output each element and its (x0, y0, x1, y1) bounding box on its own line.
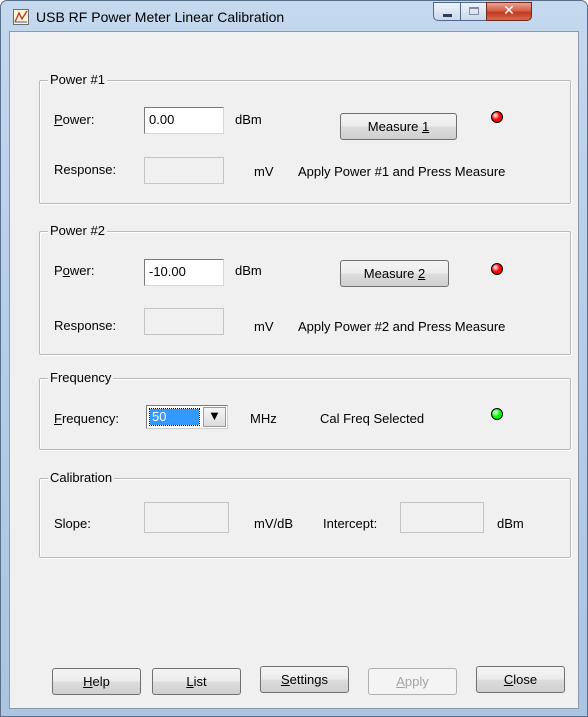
help-button[interactable]: Help (52, 668, 141, 695)
power2-input[interactable]: -10.00 (144, 259, 224, 286)
response2-field (144, 308, 224, 335)
frequency-unit: MHz (250, 411, 277, 426)
response1-label: Response: (54, 162, 117, 177)
measure2-button[interactable]: Measure 2 (340, 260, 449, 287)
response2-unit: mV (254, 319, 274, 334)
frequency-select[interactable]: 50 ▼ (146, 405, 228, 429)
power1-status-indicator (491, 111, 503, 123)
frequency-status-indicator (491, 408, 503, 420)
power1-status-text: Apply Power #1 and Press Measure (298, 164, 506, 179)
frequency-label: Frequency: (54, 411, 120, 426)
close-window-button[interactable]: ✕ (486, 2, 532, 21)
chevron-down-icon[interactable]: ▼ (203, 407, 226, 427)
minimize-icon (443, 14, 452, 17)
minimize-button[interactable] (433, 2, 461, 21)
measure1-button[interactable]: Measure 1 (340, 113, 457, 140)
dialog-client-area: Power #1 Power: 0.00 dBm Measure 1 Respo… (9, 31, 579, 709)
close-button[interactable]: Close (476, 666, 565, 693)
power1-unit: dBm (235, 112, 262, 127)
slope-label: Slope: (54, 516, 91, 531)
app-icon[interactable] (13, 9, 29, 25)
intercept-field (400, 502, 484, 533)
frequency-legend: Frequency (48, 370, 114, 386)
power1-group: Power #1 (39, 72, 571, 204)
power2-status-text: Apply Power #2 and Press Measure (298, 319, 506, 334)
maximize-icon (469, 7, 479, 15)
response1-field (144, 157, 224, 184)
app-window: USB RF Power Meter Linear Calibration ✕ … (0, 0, 588, 717)
intercept-label: Intercept: (323, 516, 378, 531)
window-title: USB RF Power Meter Linear Calibration (36, 9, 285, 25)
intercept-unit: dBm (497, 516, 524, 531)
calibration-legend: Calibration (48, 470, 115, 486)
frequency-selected-value: 50 (149, 408, 200, 426)
power2-legend: Power #2 (48, 223, 107, 239)
list-button[interactable]: List (152, 668, 241, 695)
settings-button[interactable]: Settings (260, 666, 349, 693)
power2-status-indicator (491, 263, 503, 275)
response2-label: Response: (54, 318, 117, 333)
calibration-group: Calibration (39, 470, 571, 558)
maximize-button[interactable] (460, 2, 487, 21)
power2-label: Power: (54, 263, 95, 278)
power2-group: Power #2 (39, 223, 571, 355)
power1-legend: Power #1 (48, 72, 107, 88)
title-bar[interactable]: USB RF Power Meter Linear Calibration ✕ (1, 1, 587, 31)
power1-input[interactable]: 0.00 (144, 107, 224, 134)
slope-field (144, 502, 229, 533)
power1-label: Power: (54, 112, 95, 127)
apply-button: Apply (368, 668, 457, 695)
close-icon: ✕ (503, 3, 515, 19)
power2-unit: dBm (235, 263, 262, 278)
frequency-status-text: Cal Freq Selected (320, 411, 425, 426)
response1-unit: mV (254, 164, 274, 179)
slope-unit: mV/dB (254, 516, 294, 531)
